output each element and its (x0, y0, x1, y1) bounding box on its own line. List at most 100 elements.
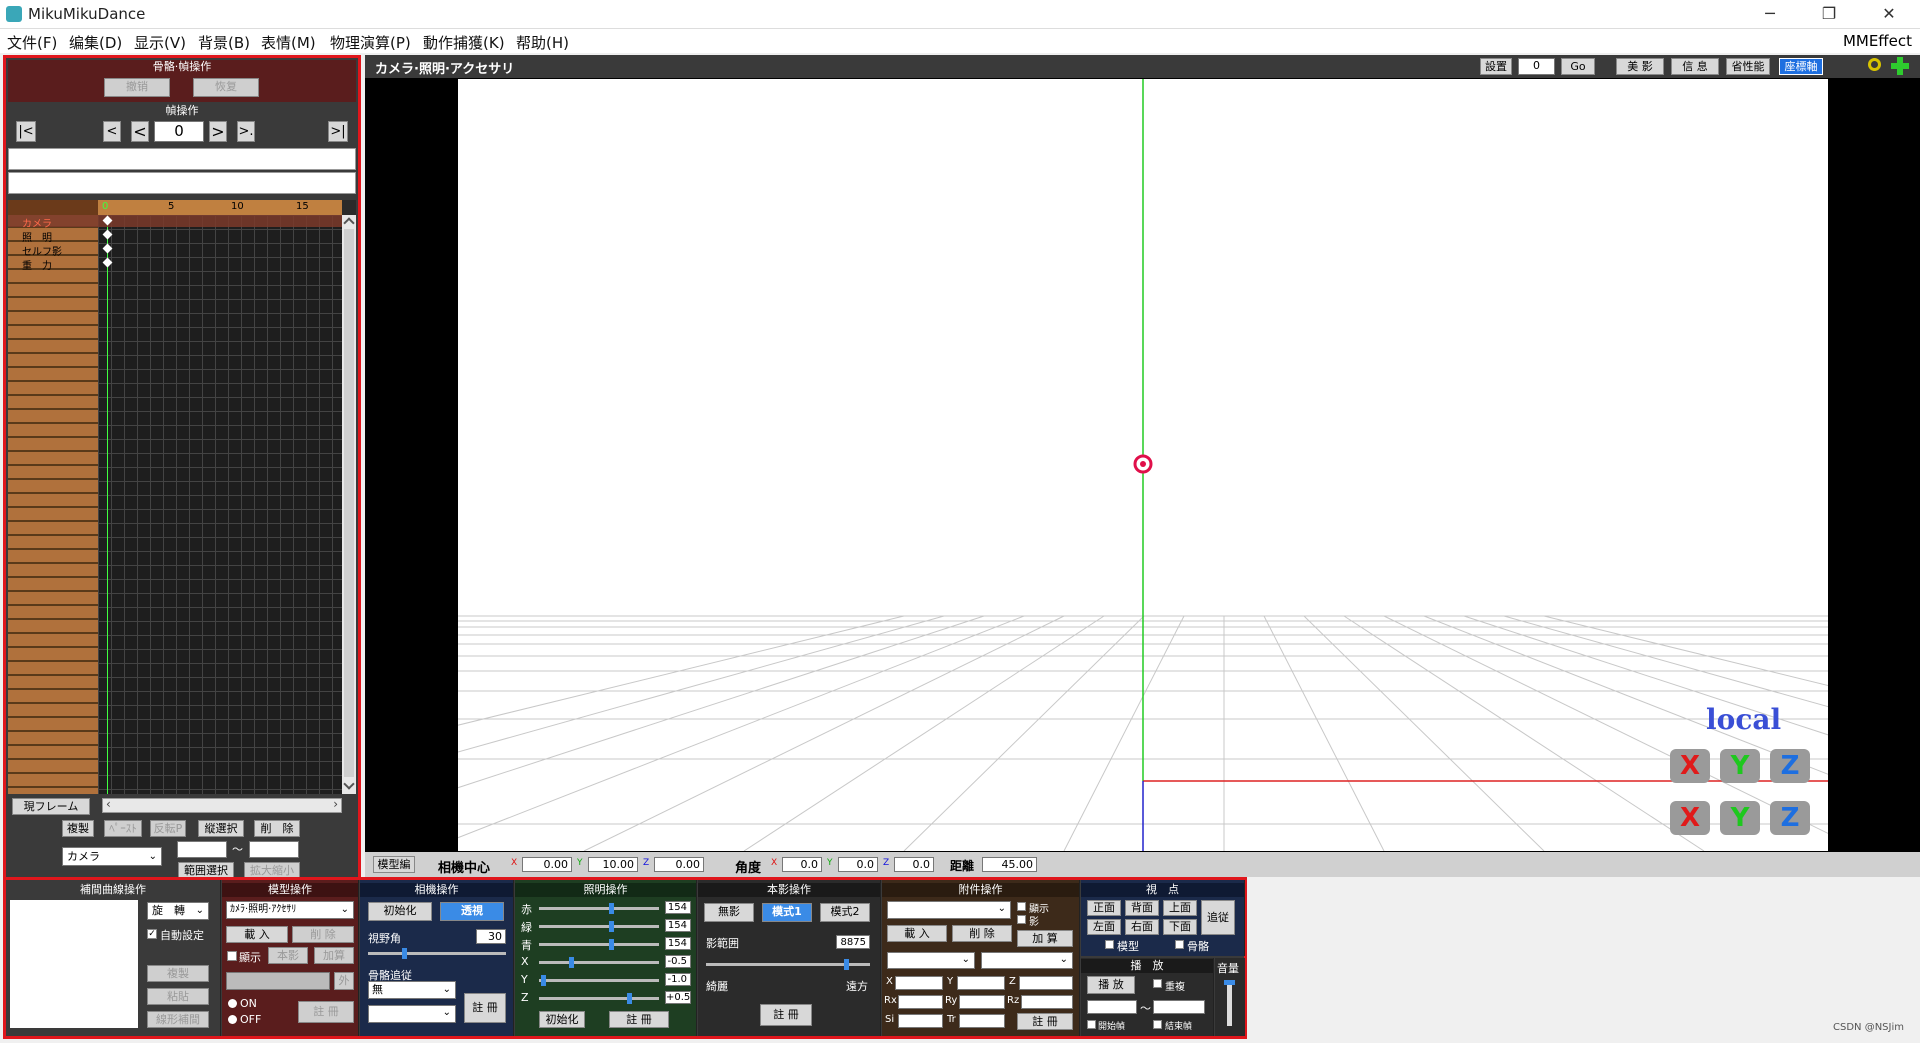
beauty-shadow-button[interactable]: 美 影 (1616, 58, 1664, 75)
acc-z-input[interactable] (1019, 976, 1073, 990)
shadow-range-slider[interactable] (706, 959, 870, 970)
accessory-load-button[interactable]: 載 入 (887, 925, 947, 942)
first-frame-button[interactable]: |< (16, 121, 36, 142)
outer-parent-button[interactable]: 外 (334, 972, 354, 990)
no-shadow-button[interactable]: 無影 (704, 903, 754, 922)
shadow-range-input[interactable]: 8875 (836, 935, 870, 949)
follow-model-select[interactable]: 無 ⌄ (368, 981, 456, 999)
linear-interp-button[interactable]: 線形補間 (147, 1011, 209, 1028)
green-slider[interactable] (539, 921, 659, 932)
model-load-button[interactable]: 載 入 (226, 926, 288, 943)
settings-value-input[interactable]: 0 (1518, 58, 1555, 75)
camera-init-button[interactable]: 初始化 (368, 902, 432, 921)
view-bottom-button[interactable]: 下面 (1163, 919, 1197, 935)
view-right-button[interactable]: 右面 (1125, 919, 1159, 935)
light-z-slider[interactable] (539, 993, 659, 1004)
undo-button[interactable]: 撤销 (104, 78, 170, 97)
model-add-button[interactable]: 加算 (314, 947, 354, 964)
fov-slider-thumb[interactable] (402, 948, 407, 959)
menu-mmeffect[interactable]: MMEffect (1843, 32, 1912, 50)
model-register-button[interactable]: 註 冊 (298, 1001, 354, 1023)
light-y-slider-thumb[interactable] (541, 975, 546, 986)
acc-y-input[interactable] (957, 976, 1005, 990)
interp-paste-button[interactable]: 粘貼 (147, 988, 209, 1005)
target-select[interactable]: カメラ ⌄ (62, 847, 162, 866)
play-end-input[interactable] (1153, 1000, 1205, 1014)
model-select[interactable]: ｶﾒﾗ·照明·ｱｸｾｻﾘ ⌄ (226, 901, 354, 919)
local-mode-label[interactable]: local (1706, 703, 1781, 736)
perspective-button[interactable]: 透視 (440, 902, 504, 921)
view-front-button[interactable]: 正面 (1087, 900, 1121, 916)
rotate-x-button[interactable]: X (1670, 749, 1710, 783)
menu-help[interactable]: 帮助(H) (516, 32, 569, 53)
track-label-camera[interactable]: カメラ (22, 215, 52, 230)
center-x-input[interactable]: 0.00 (522, 857, 572, 872)
menu-background[interactable]: 背景(B) (198, 32, 250, 53)
power-save-button[interactable]: 省性能 (1726, 58, 1770, 75)
move-z-button[interactable]: Z (1770, 801, 1810, 835)
go-button[interactable]: Go (1561, 58, 1595, 75)
light-init-button[interactable]: 初始化 (539, 1011, 585, 1028)
timeline-horizontal-scrollbar[interactable]: ‹ › (102, 797, 342, 813)
light-y-input[interactable]: -1.0 (665, 973, 691, 986)
angle-x-input[interactable]: 0.0 (782, 857, 822, 872)
outer-parent-select[interactable] (226, 972, 330, 990)
auto-setting-checkbox[interactable]: ✓ (147, 929, 157, 939)
prev-frame-button[interactable]: < (131, 121, 149, 142)
accessory-show-checkbox[interactable] (1017, 902, 1026, 911)
redo-button[interactable]: 恢复 (193, 78, 259, 97)
view-back-button[interactable]: 背面 (1125, 900, 1159, 916)
minimize-button[interactable]: ─ (1747, 0, 1793, 28)
maximize-button[interactable]: ❐ (1806, 0, 1852, 28)
track-label-self-shadow[interactable]: セルフ影 (22, 243, 62, 258)
track-label-light[interactable]: 照 明 (22, 229, 52, 244)
model-show-checkbox[interactable] (227, 951, 237, 961)
follow-bone-select[interactable]: ⌄ (368, 1005, 456, 1023)
keyframe-grid[interactable] (98, 215, 342, 794)
fov-input[interactable]: 30 (476, 929, 506, 944)
accessory-delete-button[interactable]: 削 除 (952, 925, 1012, 942)
volume-slider-thumb[interactable] (1224, 980, 1235, 985)
prev-key-button[interactable]: < (103, 121, 121, 142)
range-start-input[interactable] (177, 841, 227, 858)
light-x-slider[interactable] (539, 957, 659, 968)
model-edit-button[interactable]: 模型編 (373, 856, 415, 873)
red-slider[interactable] (539, 903, 659, 914)
blue-slider-thumb[interactable] (609, 939, 614, 950)
move-y-button[interactable]: Y (1720, 801, 1760, 835)
close-button[interactable]: ✕ (1866, 0, 1912, 28)
shadow-mode2-button[interactable]: 模式2 (820, 903, 870, 922)
copy-frame-button[interactable]: 複製 (62, 820, 94, 837)
add-icon[interactable] (1891, 57, 1909, 75)
scroll-down-icon[interactable] (343, 778, 355, 790)
red-slider-thumb[interactable] (609, 903, 614, 914)
move-x-button[interactable]: X (1670, 801, 1710, 835)
view-model-checkbox[interactable] (1105, 940, 1114, 949)
blue-slider[interactable] (539, 939, 659, 950)
reverse-paste-button[interactable]: 反転P (150, 820, 186, 837)
accessory-register-button[interactable]: 註 冊 (1017, 1013, 1073, 1030)
off-radio[interactable] (228, 1015, 237, 1024)
acc-rx-input[interactable] (898, 995, 943, 1009)
end-frame-checkbox[interactable] (1153, 1020, 1162, 1029)
center-y-input[interactable]: 10.00 (588, 857, 638, 872)
acc-scale-input[interactable] (898, 1014, 943, 1028)
volume-slider[interactable] (1224, 980, 1235, 1026)
last-frame-button[interactable]: >| (328, 121, 348, 142)
rotate-y-button[interactable]: Y (1720, 749, 1760, 783)
interpolation-curve-canvas[interactable] (10, 900, 138, 1028)
rotate-z-button[interactable]: Z (1770, 749, 1810, 783)
center-z-input[interactable]: 0.00 (654, 857, 704, 872)
acc-x-input[interactable] (895, 976, 943, 990)
menu-view[interactable]: 显示(V) (134, 32, 186, 53)
fov-slider[interactable] (368, 948, 506, 959)
light-z-slider-thumb[interactable] (627, 993, 632, 1004)
scroll-up-icon[interactable] (343, 217, 355, 229)
delete-frame-button[interactable]: 削 除 (254, 820, 300, 837)
bone-search-box[interactable] (8, 172, 356, 194)
timeline[interactable]: 0 5 10 15 カメラ 照 明 セルフ影 重 力 (8, 200, 356, 794)
acc-rz-input[interactable] (1021, 995, 1073, 1009)
info-button[interactable]: 信 息 (1671, 58, 1719, 75)
current-frame-button[interactable]: 現フレーム (12, 798, 90, 815)
shadow-register-button[interactable]: 註 冊 (760, 1004, 812, 1026)
